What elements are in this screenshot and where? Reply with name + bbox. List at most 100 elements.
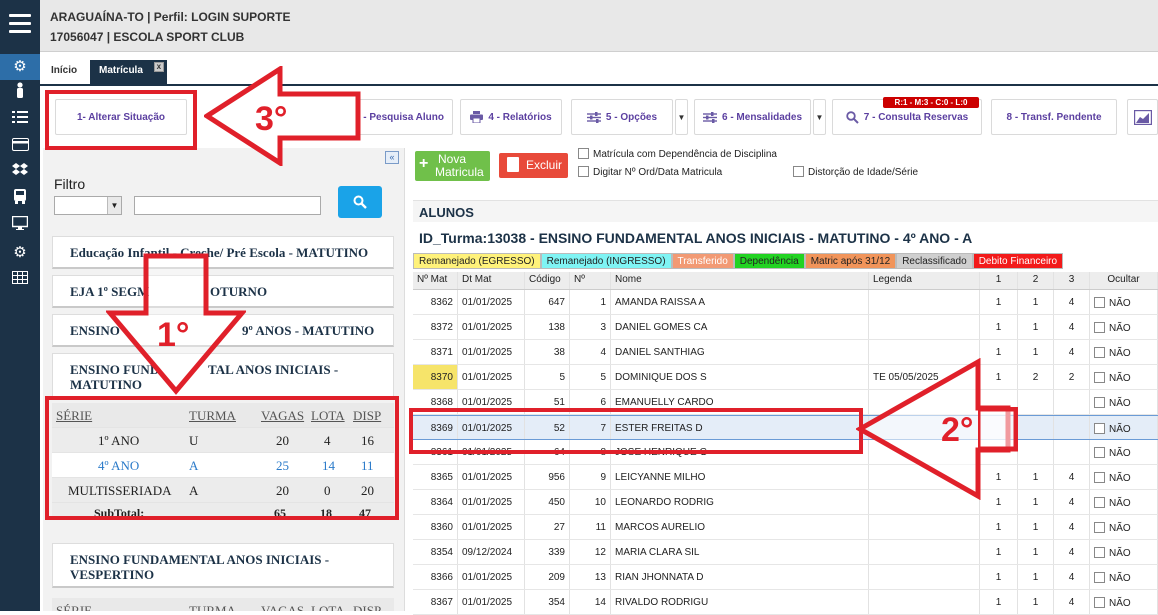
person-icon[interactable] xyxy=(0,81,40,107)
table-row[interactable]: 8371 01/01/2025 38 4 DANIEL SANTHIAG 1 1 4 NÃO xyxy=(413,340,1158,365)
excluir-button[interactable]: Excluir xyxy=(499,153,568,178)
mensalidades-button[interactable]: 6 - Mensalidades xyxy=(694,99,811,135)
cell-oc[interactable]: NÃO xyxy=(1090,315,1158,339)
grid-header-leg[interactable]: Legenda xyxy=(869,272,980,289)
group-ensino-fundamental-vespertino[interactable]: ENSINO FUNDAMENTAL ANOS INICIAIS - VESPE… xyxy=(52,543,394,588)
group-eja[interactable]: EJA 1º SEGM OTURNO xyxy=(52,275,394,308)
bus-icon[interactable] xyxy=(0,187,40,213)
gears-icon[interactable]: ⚙ xyxy=(0,54,40,80)
disp-cell: 16 xyxy=(361,433,374,448)
table-row[interactable]: 8369 01/01/2025 52 7 ESTER FREITAS D NÃO xyxy=(413,415,1158,440)
cell-mat: 8371 xyxy=(413,340,458,364)
cell-nome: LEICYANNE MILHO xyxy=(611,465,869,489)
group-ensino-9-anos[interactable]: ENSINO 9º ANOS - MATUTINO xyxy=(52,314,394,347)
grid-header-cod[interactable]: Código xyxy=(525,272,570,289)
cell-oc[interactable]: NÃO xyxy=(1090,490,1158,514)
cell-oc[interactable]: NÃO xyxy=(1090,390,1158,414)
close-icon[interactable]: x xyxy=(153,62,164,72)
nova-matricula-button[interactable]: + Nova Matricula xyxy=(415,151,490,181)
ocultar-checkbox[interactable] xyxy=(1094,372,1105,383)
distorcao-checkbox[interactable]: Distorção de Idade/Série xyxy=(793,166,918,178)
grid-header-nome[interactable]: Nome xyxy=(611,272,869,289)
group-label: Educação Infantil - Creche/ Pré Escola -… xyxy=(70,245,369,260)
monitor-icon[interactable] xyxy=(0,213,40,239)
list-icon[interactable] xyxy=(0,107,40,133)
chart-button[interactable] xyxy=(1127,99,1158,135)
ocultar-label: NÃO xyxy=(1109,548,1131,559)
filter-input[interactable] xyxy=(134,196,321,215)
cell-oc[interactable]: NÃO xyxy=(1090,465,1158,489)
table-row[interactable]: 8368 01/01/2025 51 6 EMANUELLY CARDO NÃO xyxy=(413,390,1158,415)
table-row[interactable]: 8366 01/01/2025 209 13 RIAN JHONNATA D 1 1 4 NÃO xyxy=(413,565,1158,590)
opcoes-button[interactable]: 5 - Opções xyxy=(571,99,673,135)
cell-c2: 1 xyxy=(1018,315,1054,339)
cell-oc[interactable]: NÃO xyxy=(1090,340,1158,364)
digitar-ord-checkbox[interactable]: Digitar Nº Ord/Data Matricula xyxy=(578,166,722,178)
tab-matricula[interactable]: Matrícula x xyxy=(90,60,167,86)
table-row[interactable]: 8365 01/01/2025 956 9 LEICYANNE MILHO 1 1 4 NÃO xyxy=(413,465,1158,490)
checkbox-box xyxy=(578,166,589,177)
table-row[interactable]: 8367 01/01/2025 354 14 RIVALDO RODRIGU 1 1 4 NÃO xyxy=(413,590,1158,615)
cell-nome: RIVALDO RODRIGU xyxy=(611,590,869,614)
ocultar-checkbox[interactable] xyxy=(1094,397,1105,408)
table-icon[interactable] xyxy=(0,267,40,293)
grid-header-dt[interactable]: Dt Mat xyxy=(458,272,525,289)
serie-row[interactable]: MULTISSERIADA A 20 0 20 xyxy=(52,478,394,503)
checkbox-box xyxy=(578,148,589,159)
serie-row-selected[interactable]: 4º ANO A 25 14 11 xyxy=(52,453,394,478)
ocultar-checkbox[interactable] xyxy=(1094,572,1105,583)
ocultar-checkbox[interactable] xyxy=(1094,423,1105,434)
cell-oc[interactable]: NÃO xyxy=(1090,365,1158,389)
cell-oc[interactable]: NÃO xyxy=(1090,290,1158,314)
ocultar-checkbox[interactable] xyxy=(1094,497,1105,508)
grid-header-mat[interactable]: Nº Mat xyxy=(413,272,458,289)
cell-oc[interactable]: NÃO xyxy=(1090,590,1158,614)
ocultar-checkbox[interactable] xyxy=(1094,547,1105,558)
cell-oc[interactable]: NÃO xyxy=(1090,416,1158,439)
opcoes-dropdown-caret[interactable]: ▼ xyxy=(675,99,688,135)
grid-header-n[interactable]: Nº xyxy=(570,272,611,289)
serie-row[interactable]: 1º ANO U 20 4 16 xyxy=(52,428,394,453)
hamburger-icon[interactable] xyxy=(9,14,31,34)
grid-header-c1[interactable]: 1 xyxy=(980,272,1018,289)
group-ensino-fundamental-matutino[interactable]: ENSINO FUND TAL ANOS INICIAIS - MATUTINO xyxy=(52,353,394,398)
search-button[interactable] xyxy=(338,186,382,218)
table-row[interactable]: 8370 01/01/2025 5 5 DOMINIQUE DOS S TE 05/05/… xyxy=(413,365,1158,390)
grid-header-c2[interactable]: 2 xyxy=(1018,272,1054,289)
mensalidades-label: 6 - Mensalidades xyxy=(721,111,803,123)
cell-oc[interactable]: NÃO xyxy=(1090,515,1158,539)
table-row[interactable]: 8361 01/01/2025 64 8 JOSE HENRIQUE G NÃO xyxy=(413,440,1158,465)
cell-oc[interactable]: NÃO xyxy=(1090,440,1158,464)
dependencia-checkbox[interactable]: Matrícula com Dependência de Disciplina xyxy=(578,148,777,160)
table-row[interactable]: 8364 01/01/2025 450 10 LEONARDO RODRIG 1 1 4 NÃO xyxy=(413,490,1158,515)
ocultar-checkbox[interactable] xyxy=(1094,347,1105,358)
table-row[interactable]: 8362 01/01/2025 647 1 AMANDA RAISSA A 1 1 4 NÃO xyxy=(413,290,1158,315)
transf-pendente-button[interactable]: 8 - Transf. Pendente xyxy=(991,99,1117,135)
dropbox-icon[interactable] xyxy=(0,160,40,186)
mensalidades-dropdown-caret[interactable]: ▼ xyxy=(813,99,826,135)
alterar-situacao-button[interactable]: 1- Alterar Situação xyxy=(55,99,187,135)
pesquisa-aluno-button[interactable]: - Pesquisa Aluno xyxy=(328,99,453,135)
group-educacao-infantil[interactable]: Educação Infantil - Creche/ Pré Escola -… xyxy=(52,236,394,269)
cell-oc[interactable]: NÃO xyxy=(1090,565,1158,589)
cell-c1: 1 xyxy=(980,515,1018,539)
ocultar-checkbox[interactable] xyxy=(1094,472,1105,483)
table-row[interactable]: 8360 01/01/2025 27 11 MARCOS AURELIO 1 1 4 NÃO xyxy=(413,515,1158,540)
grid-header-oc[interactable]: Ocultar xyxy=(1090,272,1158,289)
relatorios-button[interactable]: 4 - Relatórios xyxy=(460,99,562,135)
grid-header-c3[interactable]: 3 xyxy=(1054,272,1090,289)
filter-select[interactable]: ▼ xyxy=(54,196,122,215)
collapse-panel-icon[interactable]: « xyxy=(385,151,399,164)
ocultar-checkbox[interactable] xyxy=(1094,322,1105,333)
excluir-label: Excluir xyxy=(526,158,563,172)
table-row[interactable]: 8354 09/12/2024 339 12 MARIA CLARA SIL 1 1 4 NÃO xyxy=(413,540,1158,565)
ocultar-checkbox[interactable] xyxy=(1094,597,1105,608)
table-row[interactable]: 8372 01/01/2025 138 3 DANIEL GOMES CA 1 1 4 NÃO xyxy=(413,315,1158,340)
ocultar-checkbox[interactable] xyxy=(1094,522,1105,533)
ocultar-checkbox[interactable] xyxy=(1094,447,1105,458)
ocultar-checkbox[interactable] xyxy=(1094,297,1105,308)
tab-inicio[interactable]: Início xyxy=(42,60,86,86)
cog-icon[interactable]: ⚙ xyxy=(0,240,40,266)
cell-oc[interactable]: NÃO xyxy=(1090,540,1158,564)
credit-card-icon[interactable] xyxy=(0,134,40,160)
